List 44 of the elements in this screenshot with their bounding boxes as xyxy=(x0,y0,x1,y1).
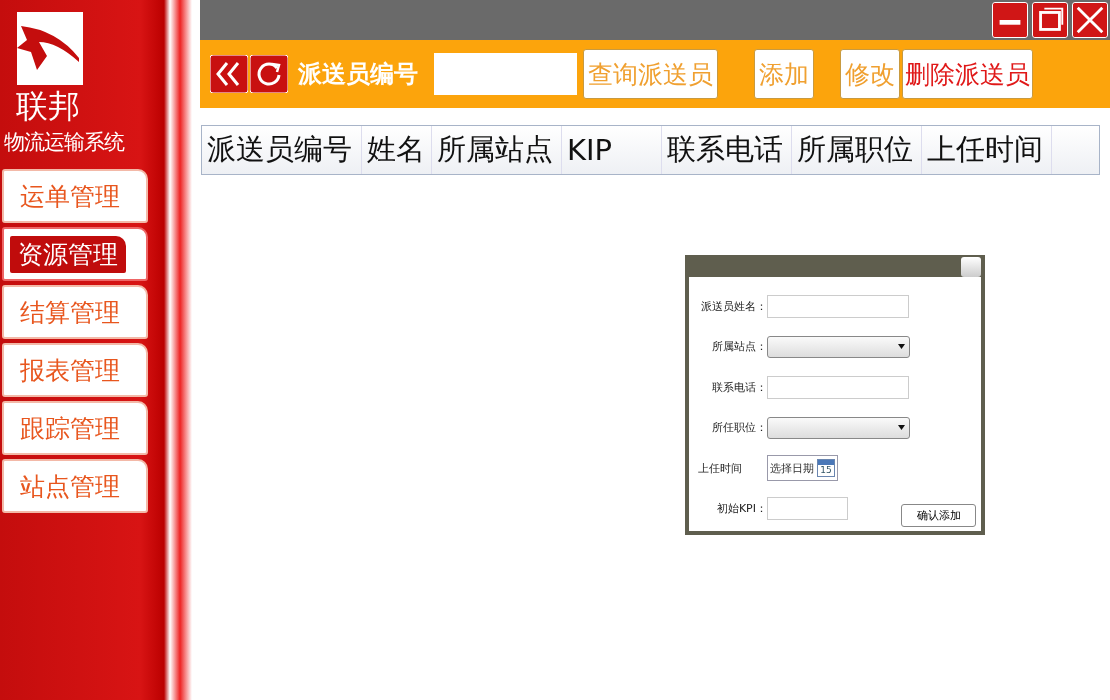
dropdown-arrow-icon xyxy=(898,425,905,431)
date-placeholder: 选择日期 xyxy=(770,460,814,476)
logo-icon xyxy=(17,12,83,85)
dropdown[interactable] xyxy=(767,416,910,439)
field-label: 联系电话： xyxy=(711,379,767,395)
confirm-button[interactable]: 确认添加 xyxy=(901,504,976,527)
column-header: 上任时间 xyxy=(922,126,1052,174)
toolbar-label: 派送员编号 xyxy=(298,59,418,90)
dropdown[interactable] xyxy=(767,335,910,358)
sidebar-item[interactable]: 报表管理 xyxy=(2,343,148,397)
sidebar-item[interactable]: 资源管理 xyxy=(2,227,148,281)
calendar-icon[interactable]: 15 xyxy=(817,459,835,478)
input-field[interactable] xyxy=(767,294,909,318)
back-icon[interactable] xyxy=(210,55,248,93)
column-header: KIP xyxy=(562,126,662,174)
minimize-icon[interactable] xyxy=(992,2,1028,38)
field-label: 派送员姓名： xyxy=(700,298,767,314)
sidebar-item[interactable]: 站点管理 xyxy=(2,459,148,513)
input-field[interactable] xyxy=(767,497,848,521)
column-header: 派送员编号 xyxy=(202,126,362,174)
dropdown-arrow-icon xyxy=(898,344,905,350)
field-label: 所任职位： xyxy=(711,420,767,436)
date-picker[interactable]: 选择日期 15 xyxy=(767,455,838,482)
field-label: 上任时间 xyxy=(697,460,743,476)
column-header: 姓名 xyxy=(362,126,432,174)
field-label: 初始KPI： xyxy=(715,501,767,517)
column-header: 所属站点 xyxy=(432,126,562,174)
sidebar-item[interactable]: 运单管理 xyxy=(2,169,148,223)
brand-name: 联邦 xyxy=(16,87,80,125)
toolbar-button[interactable]: 添加 xyxy=(754,49,814,99)
field-label: 所属站点： xyxy=(711,339,767,355)
column-header: 所属职位 xyxy=(792,126,922,174)
input-field[interactable] xyxy=(767,375,909,399)
sidebar-item[interactable]: 结算管理 xyxy=(2,285,148,339)
close-icon[interactable] xyxy=(1072,2,1108,38)
maximize-icon[interactable] xyxy=(1032,2,1068,38)
refresh-icon[interactable] xyxy=(250,55,288,93)
brand-subtitle: 物流运输系统 xyxy=(4,129,124,156)
toolbar-button[interactable]: 修改 xyxy=(840,49,900,99)
sidebar-item[interactable]: 跟踪管理 xyxy=(2,401,148,455)
column-header: 联系电话 xyxy=(662,126,792,174)
search-field[interactable] xyxy=(434,53,577,95)
search-button[interactable]: 查询派送员 xyxy=(583,49,718,99)
delete-button[interactable]: 删除派送员 xyxy=(902,49,1033,99)
